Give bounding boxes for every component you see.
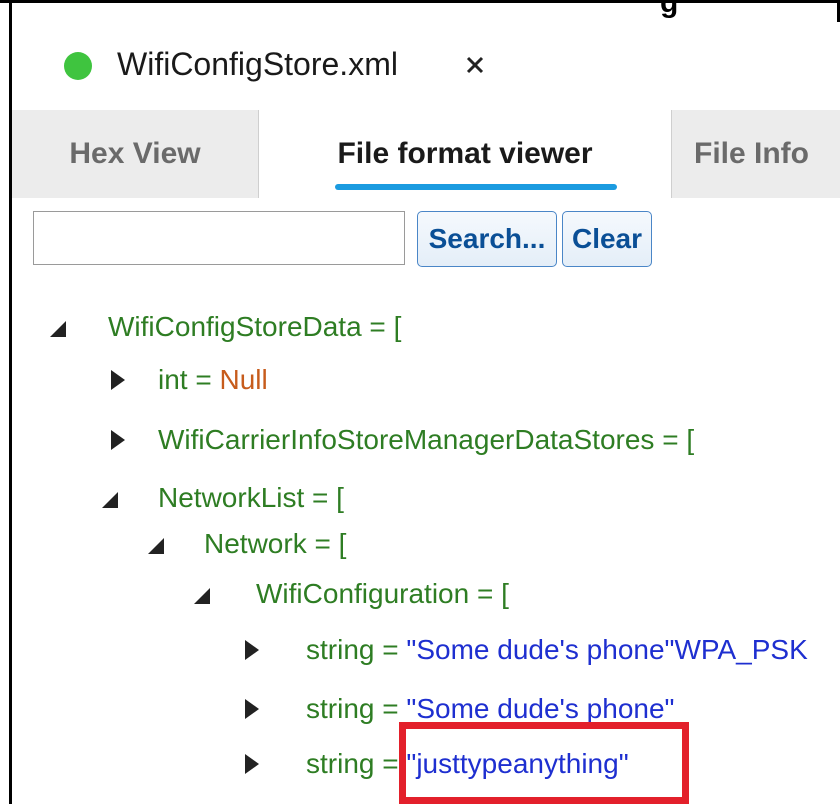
tab-hex-view[interactable]: Hex View [12, 110, 258, 198]
active-tab-indicator [335, 184, 617, 190]
triangle-collapsed-icon[interactable] [108, 364, 128, 396]
triangle-collapsed-icon[interactable] [108, 424, 128, 456]
tree-node-key: NetworkList [158, 482, 305, 513]
triangle-collapsed-icon[interactable] [242, 634, 262, 666]
tree-node-operator: = [ [306, 528, 347, 559]
frame-top-border [0, 0, 840, 3]
tree-node-key: WifiCarrierInfoStoreManagerDataStores [158, 424, 655, 455]
tab-label: File format viewer [337, 137, 593, 170]
tree-node-key: Network [204, 528, 307, 559]
cropped-heading: g [660, 0, 679, 19]
search-input[interactable] [33, 211, 405, 265]
triangle-collapsed-icon[interactable] [242, 693, 262, 725]
tab-file-info[interactable]: File Info [694, 110, 840, 198]
tree-node-operator: = [374, 748, 407, 779]
triangle-collapsed-icon[interactable] [242, 748, 262, 780]
tree-node-operator: = [ [654, 424, 695, 455]
file-title: WifiConfigStore.xml [117, 46, 398, 82]
document-titlebar: WifiConfigStore.xml [12, 22, 840, 111]
triangle-expanded-icon[interactable] [48, 311, 68, 343]
tree-node-key: WifiConfigStoreData [108, 311, 362, 342]
triangle-expanded-icon[interactable] [192, 578, 212, 610]
tree-node-operator: = [374, 693, 407, 724]
tree-node-value: "Some dude's phone" [406, 693, 675, 724]
clear-button[interactable]: Clear [562, 211, 652, 267]
tree-node-value: "Some dude's phone"WPA_PSK [406, 634, 808, 665]
tree-node-key: int [158, 364, 188, 395]
tree-node-key: string [306, 693, 375, 724]
tab-file-format-viewer[interactable]: File format viewer [258, 110, 672, 198]
tree-node-operator: = [187, 364, 220, 395]
tree-node-operator: = [ [361, 311, 402, 342]
tree-node-operator: = [ [469, 578, 509, 609]
tree-node-operator: = [ [304, 482, 344, 513]
tree-node-key: string [306, 634, 375, 665]
tab-bar: Hex View File format viewer File Info [12, 110, 840, 198]
tree-node-key: WifiConfiguration [256, 578, 470, 609]
tree-node-value: Null [219, 364, 268, 395]
triangle-expanded-icon[interactable] [146, 528, 166, 560]
search-button[interactable]: Search... [417, 211, 557, 267]
status-dot-icon [64, 52, 92, 80]
triangle-expanded-icon[interactable] [100, 482, 120, 514]
tree-node-operator: = [374, 634, 407, 665]
tree-node-value: "justtypeanything" [406, 748, 629, 779]
close-icon[interactable] [462, 52, 488, 78]
tree-node-key: string [306, 748, 375, 779]
